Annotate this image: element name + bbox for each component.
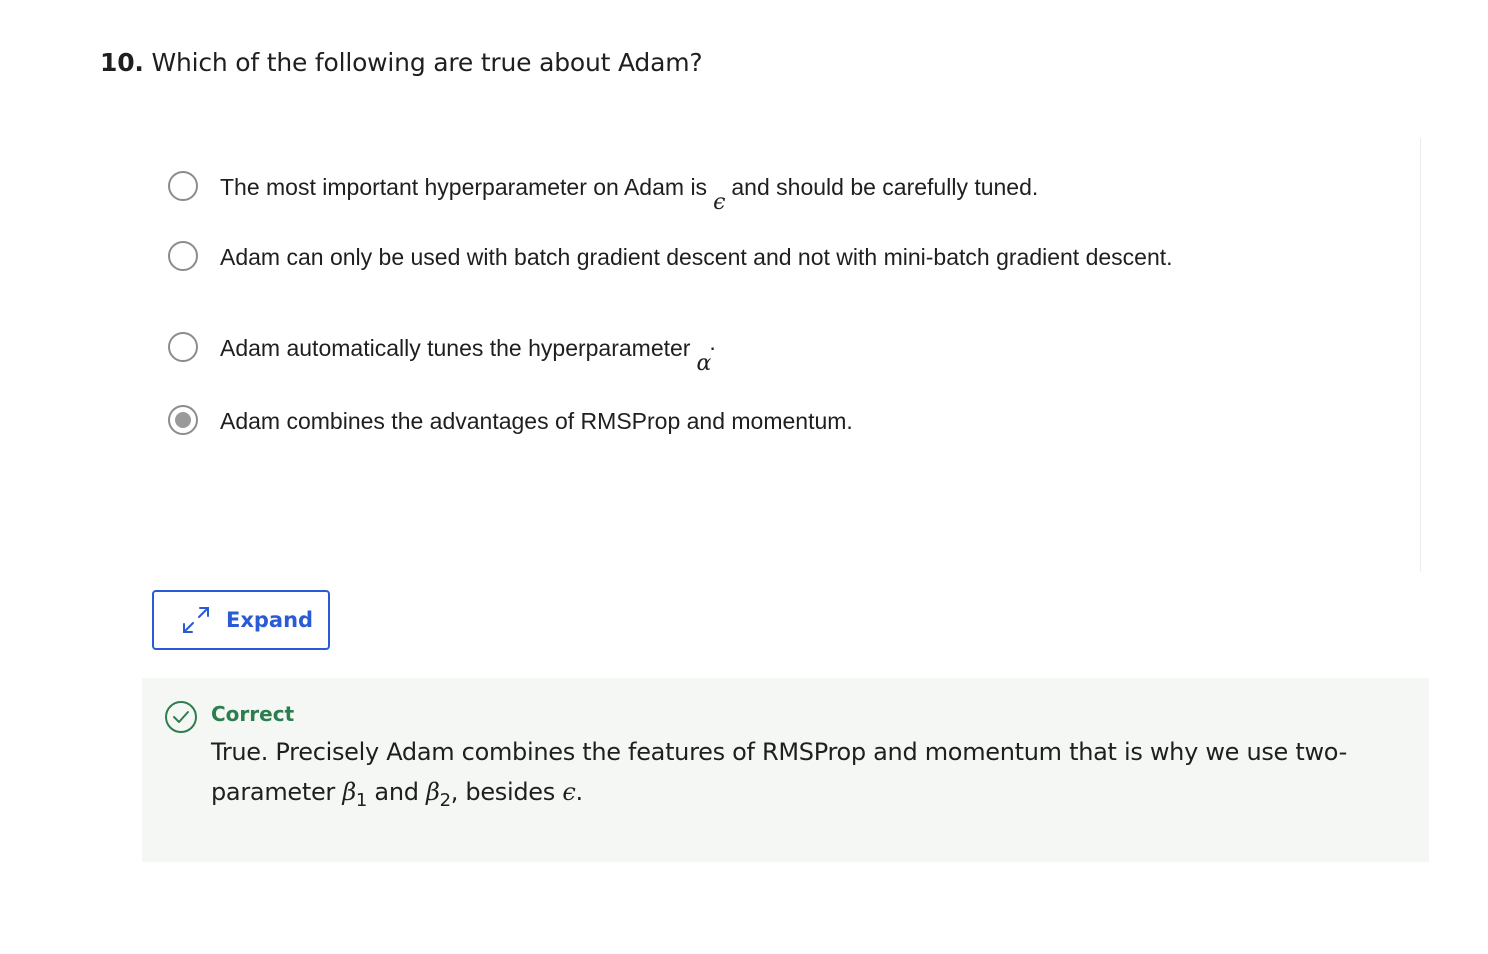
option-1-radio[interactable] — [168, 171, 198, 201]
option-2-label: Adam can only be used with batch gradien… — [220, 244, 1173, 270]
expand-label: Expand — [226, 608, 314, 632]
question-heading: 10. Which of the following are true abou… — [100, 48, 703, 77]
question-number: 10. — [100, 48, 144, 77]
epsilon-symbol: ϵ — [713, 190, 726, 215]
options-panel: The most important hyperparameter on Ada… — [140, 138, 1421, 572]
expand-arrows-icon — [183, 607, 209, 633]
option-2-radio[interactable] — [168, 241, 198, 271]
question-text: Which of the following are true about Ad… — [151, 48, 703, 77]
option-3[interactable]: Adam automatically tunes the hyperparame… — [168, 329, 716, 376]
feedback-explanation: True. Precisely Adam combines the featur… — [211, 738, 1347, 811]
feedback-status: Correct — [211, 702, 295, 726]
option-1-label: The most important hyperparameter on Ada… — [220, 170, 1038, 215]
option-3-radio[interactable] — [168, 332, 198, 362]
option-4-radio-selected[interactable] — [168, 405, 198, 435]
option-2[interactable]: Adam can only be used with batch gradien… — [168, 240, 1173, 274]
option-3-label: Adam automatically tunes the hyperparame… — [220, 329, 716, 376]
check-circle-icon — [165, 701, 197, 733]
option-1[interactable]: The most important hyperparameter on Ada… — [168, 170, 1038, 215]
option-4[interactable]: Adam combines the advantages of RMSProp … — [168, 404, 853, 438]
option-4-label: Adam combines the advantages of RMSProp … — [220, 408, 853, 434]
feedback-panel: Correct True. Precisely Adam combines th… — [142, 678, 1429, 862]
expand-button[interactable]: Expand — [152, 590, 330, 650]
